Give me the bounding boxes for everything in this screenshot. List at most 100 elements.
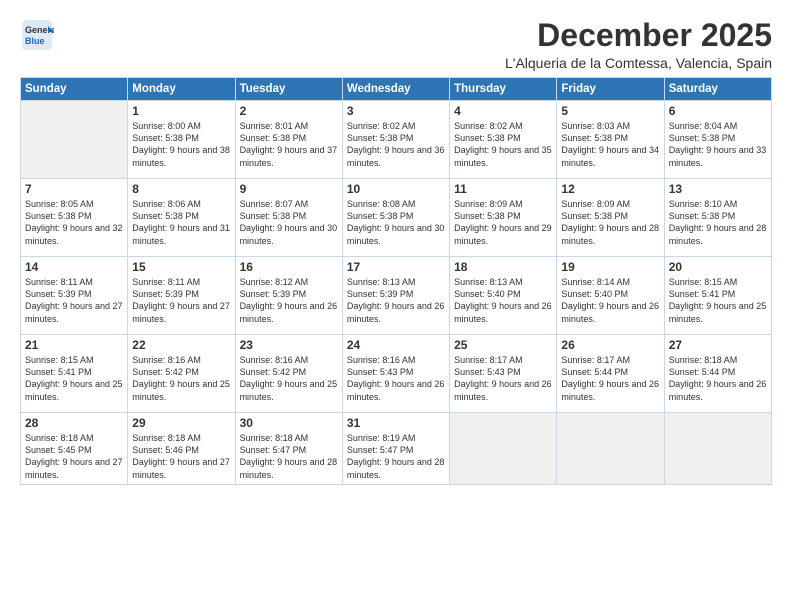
calendar-week-row: 14 Sunrise: 8:11 AMSunset: 5:39 PMDayligh…	[21, 257, 772, 335]
day-number: 27	[669, 338, 767, 352]
title-block: December 2025 L'Alqueria de la Comtessa,…	[505, 18, 772, 71]
day-number: 21	[25, 338, 123, 352]
day-info: Sunrise: 8:09 AMSunset: 5:38 PMDaylight:…	[454, 198, 552, 247]
location-title: L'Alqueria de la Comtessa, Valencia, Spa…	[505, 55, 772, 71]
day-info: Sunrise: 8:15 AMSunset: 5:41 PMDaylight:…	[669, 276, 767, 325]
day-number: 18	[454, 260, 552, 274]
calendar-cell	[21, 101, 128, 179]
day-info: Sunrise: 8:15 AMSunset: 5:41 PMDaylight:…	[25, 354, 123, 403]
day-number: 23	[240, 338, 338, 352]
day-number: 5	[561, 104, 659, 118]
day-number: 31	[347, 416, 445, 430]
day-info: Sunrise: 8:17 AMSunset: 5:43 PMDaylight:…	[454, 354, 552, 403]
calendar-cell: 11Sunrise: 8:09 AMSunset: 5:38 PMDayligh…	[450, 179, 557, 257]
day-info: Sunrise: 8:09 AMSunset: 5:38 PMDaylight:…	[561, 198, 659, 247]
calendar-cell: 28 Sunrise: 8:18 AMSunset: 5:45 PMDayligh…	[21, 413, 128, 485]
calendar-cell: 29 Sunrise: 8:18 AMSunset: 5:46 PMDayligh…	[128, 413, 235, 485]
calendar-cell	[664, 413, 771, 485]
day-info: Sunrise: 8:16 AMSunset: 5:43 PMDaylight:…	[347, 354, 445, 403]
header: General Blue December 2025 L'Alqueria de…	[20, 18, 772, 71]
day-info: Sunrise: 8:19 AMSunset: 5:47 PMDaylight:…	[347, 432, 445, 481]
calendar-cell: 21 Sunrise: 8:15 AMSunset: 5:41 PMDayligh…	[21, 335, 128, 413]
day-info: Sunrise: 8:18 AMSunset: 5:45 PMDaylight:…	[25, 432, 123, 481]
day-info: Sunrise: 8:14 AMSunset: 5:40 PMDaylight:…	[561, 276, 659, 325]
calendar-cell: 22 Sunrise: 8:16 AMSunset: 5:42 PMDayligh…	[128, 335, 235, 413]
calendar-cell: 24 Sunrise: 8:16 AMSunset: 5:43 PMDayligh…	[342, 335, 449, 413]
weekday-header: Thursday	[450, 78, 557, 101]
calendar-cell: 6 Sunrise: 8:04 AMSunset: 5:38 PMDaylight…	[664, 101, 771, 179]
day-number: 8	[132, 182, 230, 196]
calendar-cell: 13 Sunrise: 8:10 AMSunset: 5:38 PMDayligh…	[664, 179, 771, 257]
calendar-cell: 18 Sunrise: 8:13 AMSunset: 5:40 PMDayligh…	[450, 257, 557, 335]
calendar-cell: 10 Sunrise: 8:08 AMSunset: 5:38 PMDayligh…	[342, 179, 449, 257]
day-number: 28	[25, 416, 123, 430]
day-number: 29	[132, 416, 230, 430]
day-info: Sunrise: 8:05 AMSunset: 5:38 PMDaylight:…	[25, 198, 123, 247]
calendar-week-row: 28 Sunrise: 8:18 AMSunset: 5:45 PMDayligh…	[21, 413, 772, 485]
day-info: Sunrise: 8:13 AMSunset: 5:39 PMDaylight:…	[347, 276, 445, 325]
calendar-cell: 31 Sunrise: 8:19 AMSunset: 5:47 PMDayligh…	[342, 413, 449, 485]
calendar-cell: 9 Sunrise: 8:07 AMSunset: 5:38 PMDaylight…	[235, 179, 342, 257]
calendar-cell: 16 Sunrise: 8:12 AMSunset: 5:39 PMDayligh…	[235, 257, 342, 335]
day-info: Sunrise: 8:00 AMSunset: 5:38 PMDaylight:…	[132, 120, 230, 169]
day-number: 24	[347, 338, 445, 352]
calendar-cell: 15Sunrise: 8:11 AMSunset: 5:39 PMDayligh…	[128, 257, 235, 335]
calendar-cell: 30Sunrise: 8:18 AMSunset: 5:47 PMDayligh…	[235, 413, 342, 485]
weekday-header: Wednesday	[342, 78, 449, 101]
calendar-week-row: 21 Sunrise: 8:15 AMSunset: 5:41 PMDayligh…	[21, 335, 772, 413]
logo: General Blue	[20, 18, 54, 52]
calendar-cell: 5 Sunrise: 8:03 AMSunset: 5:38 PMDaylight…	[557, 101, 664, 179]
weekday-header: Monday	[128, 78, 235, 101]
day-number: 7	[25, 182, 123, 196]
day-info: Sunrise: 8:10 AMSunset: 5:38 PMDaylight:…	[669, 198, 767, 247]
day-info: Sunrise: 8:12 AMSunset: 5:39 PMDaylight:…	[240, 276, 338, 325]
calendar-cell: 8 Sunrise: 8:06 AMSunset: 5:38 PMDaylight…	[128, 179, 235, 257]
day-info: Sunrise: 8:18 AMSunset: 5:46 PMDaylight:…	[132, 432, 230, 481]
day-number: 2	[240, 104, 338, 118]
day-number: 20	[669, 260, 767, 274]
logo-icon: General Blue	[20, 18, 54, 52]
calendar-cell	[450, 413, 557, 485]
weekday-header: Tuesday	[235, 78, 342, 101]
day-number: 9	[240, 182, 338, 196]
day-info: Sunrise: 8:16 AMSunset: 5:42 PMDaylight:…	[132, 354, 230, 403]
calendar-cell: 27Sunrise: 8:18 AMSunset: 5:44 PMDayligh…	[664, 335, 771, 413]
calendar-cell: 14Sunrise: 8:11 AMSunset: 5:39 PMDayligh…	[21, 257, 128, 335]
calendar-cell: 12Sunrise: 8:09 AMSunset: 5:38 PMDayligh…	[557, 179, 664, 257]
month-title: December 2025	[505, 18, 772, 53]
day-number: 22	[132, 338, 230, 352]
calendar-week-row: 1 Sunrise: 8:00 AMSunset: 5:38 PMDaylight…	[21, 101, 772, 179]
calendar-cell: 2Sunrise: 8:01 AMSunset: 5:38 PMDaylight…	[235, 101, 342, 179]
calendar-header-row: SundayMondayTuesdayWednesdayThursdayFrid…	[21, 78, 772, 101]
calendar-cell: 7 Sunrise: 8:05 AMSunset: 5:38 PMDaylight…	[21, 179, 128, 257]
calendar-cell: 4Sunrise: 8:02 AMSunset: 5:38 PMDaylight…	[450, 101, 557, 179]
day-info: Sunrise: 8:06 AMSunset: 5:38 PMDaylight:…	[132, 198, 230, 247]
day-info: Sunrise: 8:03 AMSunset: 5:38 PMDaylight:…	[561, 120, 659, 169]
day-number: 10	[347, 182, 445, 196]
day-info: Sunrise: 8:07 AMSunset: 5:38 PMDaylight:…	[240, 198, 338, 247]
calendar-cell: 19 Sunrise: 8:14 AMSunset: 5:40 PMDayligh…	[557, 257, 664, 335]
day-info: Sunrise: 8:11 AMSunset: 5:39 PMDaylight:…	[132, 276, 230, 325]
day-number: 14	[25, 260, 123, 274]
calendar-table: SundayMondayTuesdayWednesdayThursdayFrid…	[20, 77, 772, 485]
day-number: 26	[561, 338, 659, 352]
calendar-cell: 20 Sunrise: 8:15 AMSunset: 5:41 PMDayligh…	[664, 257, 771, 335]
calendar-cell: 17Sunrise: 8:13 AMSunset: 5:39 PMDayligh…	[342, 257, 449, 335]
page: General Blue December 2025 L'Alqueria de…	[0, 0, 792, 612]
day-info: Sunrise: 8:18 AMSunset: 5:47 PMDaylight:…	[240, 432, 338, 481]
day-number: 25	[454, 338, 552, 352]
weekday-header: Friday	[557, 78, 664, 101]
day-number: 6	[669, 104, 767, 118]
day-number: 16	[240, 260, 338, 274]
calendar-cell: 1 Sunrise: 8:00 AMSunset: 5:38 PMDaylight…	[128, 101, 235, 179]
day-info: Sunrise: 8:08 AMSunset: 5:38 PMDaylight:…	[347, 198, 445, 247]
day-number: 19	[561, 260, 659, 274]
day-info: Sunrise: 8:13 AMSunset: 5:40 PMDaylight:…	[454, 276, 552, 325]
day-number: 1	[132, 104, 230, 118]
day-info: Sunrise: 8:02 AMSunset: 5:38 PMDaylight:…	[454, 120, 552, 169]
calendar-cell: 3Sunrise: 8:02 AMSunset: 5:38 PMDaylight…	[342, 101, 449, 179]
day-number: 13	[669, 182, 767, 196]
day-info: Sunrise: 8:16 AMSunset: 5:42 PMDaylight:…	[240, 354, 338, 403]
day-info: Sunrise: 8:04 AMSunset: 5:38 PMDaylight:…	[669, 120, 767, 169]
calendar-cell: 26Sunrise: 8:17 AMSunset: 5:44 PMDayligh…	[557, 335, 664, 413]
